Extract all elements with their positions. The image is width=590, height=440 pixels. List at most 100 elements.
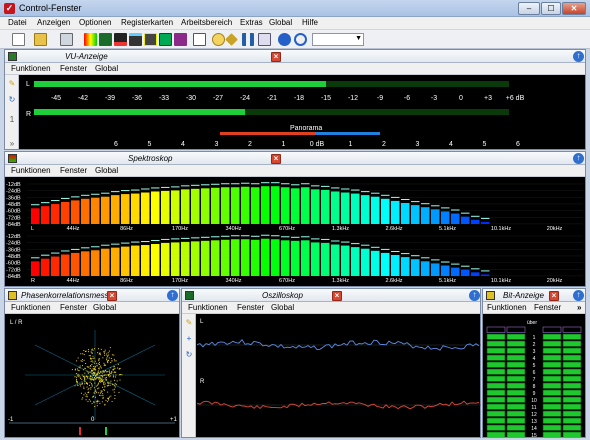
phase-menu-fenster[interactable]: Fenster <box>60 303 87 312</box>
extra-icon[interactable] <box>174 33 187 46</box>
vu-meter: L R -45 -42 -39 -36 -33 -30 -27 -24 -21 -18 -15 -12… <box>26 81 525 148</box>
phase-menu-funktionen[interactable]: Funktionen <box>11 303 51 312</box>
spectrum-bar <box>411 205 420 224</box>
close-button[interactable]: ✕ <box>562 2 586 15</box>
phase-dot <box>107 382 109 384</box>
phase-dot <box>78 370 80 372</box>
spectrum-channel-label: R <box>31 278 35 284</box>
oscillo-menu-global[interactable]: Global <box>271 303 294 312</box>
phase-dot <box>87 383 89 385</box>
new-icon[interactable] <box>12 33 25 46</box>
spectrum-bar <box>441 211 450 224</box>
refresh-icon[interactable]: ↻ <box>7 95 17 105</box>
vu-close-button[interactable]: × <box>271 52 281 62</box>
bit-cell <box>542 396 562 403</box>
vu-menu-fenster[interactable]: Fenster <box>60 64 87 73</box>
level-icon[interactable] <box>114 33 127 46</box>
spectrum-peak <box>331 240 340 242</box>
phase-dot <box>108 370 110 372</box>
phase-close-button[interactable]: × <box>107 291 117 301</box>
menu-optionen[interactable]: Optionen <box>79 18 111 27</box>
oscillo-left-label: L <box>200 319 204 325</box>
phase-dot <box>106 357 108 359</box>
spectrum-peak <box>61 250 70 252</box>
phase-dot <box>97 374 99 376</box>
oscillo-icon[interactable] <box>129 33 142 46</box>
bit-cell <box>506 424 526 431</box>
copy-icon[interactable] <box>60 33 73 46</box>
phase-dot <box>80 383 82 385</box>
key-icon[interactable] <box>225 33 238 46</box>
refresh-icon[interactable] <box>294 33 307 46</box>
spectrum-peak <box>351 243 360 245</box>
vu-icon[interactable] <box>99 33 112 46</box>
link-icon[interactable] <box>258 33 271 46</box>
maximize-button[interactable]: ☐ <box>541 2 561 15</box>
expand-icon[interactable]: » <box>7 139 17 149</box>
oscillo-dock-button[interactable]: ↑ <box>469 290 480 301</box>
spectrum-peak <box>171 238 180 240</box>
bit-menu-funktionen[interactable]: Funktionen <box>487 303 527 312</box>
phase-dot <box>99 378 101 380</box>
spectrum-bar <box>341 245 350 276</box>
phase-dot <box>78 374 80 376</box>
phase-dot <box>107 356 109 358</box>
phase-dot <box>113 358 115 360</box>
document-icon[interactable] <box>193 33 206 46</box>
pin-icon[interactable]: 1 <box>7 115 17 125</box>
refresh-icon[interactable]: ↻ <box>184 350 194 360</box>
oscillo-menu-funktionen[interactable]: Funktionen <box>188 303 228 312</box>
menu-extras[interactable]: Extras <box>240 18 263 27</box>
menu-anzeigen[interactable]: Anzeigen <box>37 18 70 27</box>
spectrum-peak <box>161 186 170 188</box>
key-icon[interactable]: ✎ <box>184 318 194 328</box>
oscillo-close-button[interactable]: × <box>332 291 342 301</box>
phase-dot <box>102 393 104 395</box>
bit-menu-fenster[interactable]: Fenster <box>534 303 561 312</box>
bit-icon[interactable] <box>159 33 172 46</box>
menu-hilfe[interactable]: Hilfe <box>302 18 318 27</box>
settings-icon[interactable] <box>212 33 225 46</box>
bit-menu-more[interactable]: » <box>577 303 581 312</box>
phase-dock-button[interactable]: ↑ <box>167 290 178 301</box>
menu-global[interactable]: Global <box>269 18 292 27</box>
phase-dot <box>114 386 116 388</box>
menu-arbeitsbereich[interactable]: Arbeitsbereich <box>181 18 232 27</box>
phase-dot <box>106 376 108 378</box>
phase-dot <box>88 384 90 386</box>
phase-dot <box>100 370 102 372</box>
spectrum-menu-global[interactable]: Global <box>95 166 118 175</box>
menu-datei[interactable]: Datei <box>8 18 27 27</box>
preset-dropdown[interactable]: ▼ <box>312 33 364 46</box>
phase-menu-global[interactable]: Global <box>93 303 116 312</box>
phase-dot <box>98 372 100 374</box>
spectrum-menu-fenster[interactable]: Fenster <box>60 166 87 175</box>
bit-dock-button[interactable]: ↑ <box>573 290 584 301</box>
spectrum-icon[interactable] <box>84 33 97 46</box>
minimize-button[interactable]: – <box>518 2 540 15</box>
menu-registerkarten[interactable]: Registerkarten <box>121 18 173 27</box>
vu-menu-global[interactable]: Global <box>95 64 118 73</box>
phase-dot <box>82 369 84 371</box>
key-icon[interactable]: ✎ <box>7 79 17 89</box>
bit-cell <box>486 431 506 437</box>
bit-close-button[interactable]: × <box>549 291 559 301</box>
oscillo-menu-fenster[interactable]: Fenster <box>237 303 264 312</box>
vu-menu-funktionen[interactable]: Funktionen <box>11 64 51 73</box>
bit-row-label: 10 <box>531 398 537 404</box>
phase-icon[interactable] <box>144 33 157 46</box>
toolbar <box>0 30 590 49</box>
pause-icon[interactable] <box>242 33 254 46</box>
zoom-icon[interactable]: + <box>184 334 194 344</box>
spectrum-menu-funktionen[interactable]: Funktionen <box>11 166 51 175</box>
phase-dot <box>98 376 100 378</box>
spectrum-close-button[interactable]: × <box>271 154 281 164</box>
help-icon[interactable] <box>278 33 291 46</box>
vu-dock-button[interactable]: ↑ <box>573 51 584 62</box>
spectrum-bar <box>481 221 490 224</box>
spectrum-bar <box>211 187 220 224</box>
spectrum-dock-button[interactable]: ↑ <box>573 153 584 164</box>
spectrum-peak <box>181 185 190 187</box>
phase-dot <box>91 403 93 405</box>
open-icon[interactable] <box>34 33 47 46</box>
